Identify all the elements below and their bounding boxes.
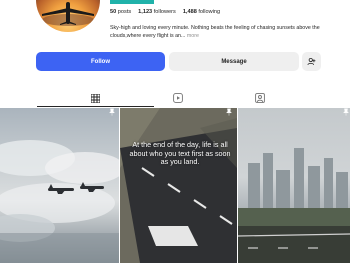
post-caption-overlay: At the end of the day, life is all about… xyxy=(129,140,231,167)
tagged-icon xyxy=(254,93,265,103)
message-button[interactable]: Message xyxy=(169,52,299,71)
grid-icon xyxy=(91,93,100,103)
follow-button[interactable]: Follow xyxy=(36,52,165,71)
pin-icon xyxy=(226,108,232,116)
follow-button-label: Follow xyxy=(91,58,110,65)
post-thumbnail-3[interactable] xyxy=(238,108,350,263)
suggest-users-button[interactable] xyxy=(302,52,321,71)
posts-label: posts xyxy=(117,9,132,15)
tab-tagged[interactable] xyxy=(201,89,318,107)
post-thumbnail-2[interactable]: At the end of the day, life is all about… xyxy=(120,108,237,263)
profile-accent-bar xyxy=(110,0,154,4)
followers-stat[interactable]: 1,123 followers xyxy=(138,9,176,15)
following-count: 1,488 xyxy=(182,9,197,15)
reels-icon xyxy=(172,93,183,103)
pin-icon xyxy=(343,108,349,116)
following-label: following xyxy=(198,9,221,15)
profile-stats: 50 posts 1,123 followers 1,488 following xyxy=(110,9,220,15)
post-thumbnail-1[interactable] xyxy=(0,108,119,263)
profile-avatar[interactable] xyxy=(36,0,100,32)
message-button-label: Message xyxy=(221,58,247,65)
followers-count: 1,123 xyxy=(138,9,153,15)
following-stat[interactable]: 1,488 following xyxy=(183,9,220,15)
posts-grid: At the end of the day, life is all about… xyxy=(0,108,350,263)
followers-label: followers xyxy=(153,9,176,15)
runway-photo xyxy=(120,108,237,263)
bio-text: Sky-high and loving every minute. Nothin… xyxy=(110,25,320,39)
skyline-photo xyxy=(238,148,350,263)
person-plus-icon xyxy=(307,57,316,66)
posts-count: 50 xyxy=(110,9,117,15)
pin-icon xyxy=(109,108,115,116)
profile-bio: Sky-high and loving every minute. Nothin… xyxy=(110,25,335,40)
profile-tabs xyxy=(0,89,350,107)
posts-stat[interactable]: 50 posts xyxy=(110,9,131,15)
planes-photo xyxy=(0,140,119,263)
bio-more-link[interactable]: more xyxy=(187,33,199,39)
airplane-icon xyxy=(42,2,94,26)
